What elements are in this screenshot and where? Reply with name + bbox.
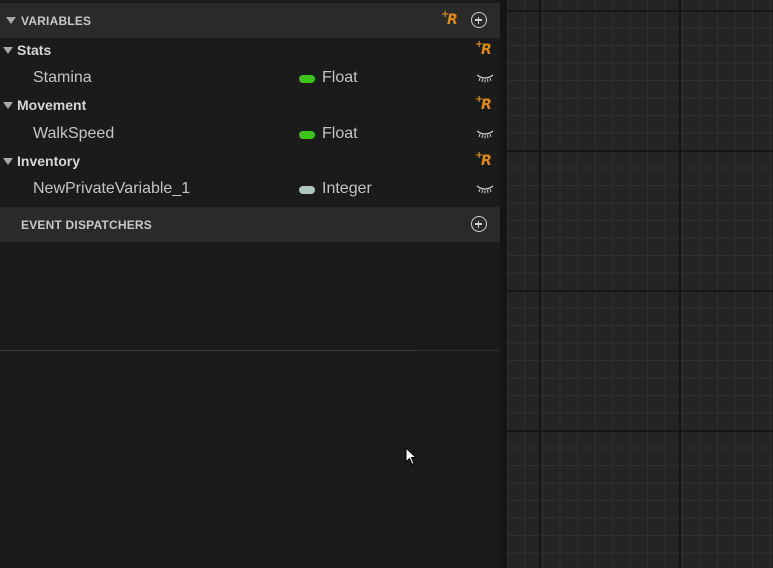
category-row-inventory[interactable]: Inventory + R (0, 150, 500, 171)
variables-section-title: VARIABLES (21, 14, 92, 28)
caret-down-icon[interactable] (3, 158, 13, 165)
variables-section-header[interactable]: VARIABLES + R (0, 3, 500, 38)
grid-major-line (539, 0, 541, 568)
variable-name: WalkSpeed (33, 125, 115, 142)
variable-type-pill-icon[interactable] (299, 131, 315, 139)
category-label: Stats (17, 42, 52, 58)
add-variable-plus-icon[interactable] (471, 12, 487, 28)
add-category-icon[interactable]: + R (475, 94, 493, 113)
caret-down-icon[interactable] (3, 102, 13, 109)
category-row-movement[interactable]: Movement + R (0, 94, 500, 115)
category-label: Movement (17, 97, 87, 113)
add-event-dispatcher-plus-icon[interactable] (471, 216, 487, 232)
variable-type-pill-icon[interactable] (299, 186, 315, 194)
grid-major-line (507, 430, 773, 432)
eye-closed-icon[interactable] (476, 129, 494, 139)
variable-type-pill-icon[interactable] (299, 75, 315, 83)
variable-type-label[interactable]: Float (322, 69, 358, 87)
variable-type-label[interactable]: Integer (322, 180, 372, 198)
event-dispatchers-section-title: EVENT DISPATCHERS (21, 218, 152, 232)
caret-down-icon[interactable] (3, 47, 13, 54)
event-dispatchers-section-header[interactable]: EVENT DISPATCHERS (0, 207, 500, 242)
add-category-icon[interactable]: + R (441, 9, 459, 28)
variable-name: Stamina (33, 69, 92, 86)
panel-splitter[interactable] (500, 0, 507, 568)
add-category-icon[interactable]: + R (475, 39, 493, 58)
variable-row-walkspeed[interactable]: WalkSpeed Float (0, 121, 500, 145)
grid-major-line (507, 150, 773, 152)
grid-major-line (507, 290, 773, 292)
my-blueprint-panel: VARIABLES + R Stats + R Stamina Float Move… (0, 0, 500, 568)
variable-row-stamina[interactable]: Stamina Float (0, 65, 500, 89)
category-row-stats[interactable]: Stats + R (0, 39, 500, 60)
eye-closed-icon[interactable] (476, 184, 494, 194)
variable-name: NewPrivateVariable_1 (33, 180, 191, 197)
grid-major-line (679, 0, 681, 568)
variable-row-newprivatevariable[interactable]: NewPrivateVariable_1 Integer (0, 176, 500, 200)
category-label: Inventory (17, 153, 81, 169)
grid-major-line (507, 10, 773, 12)
variable-type-label[interactable]: Float (322, 125, 358, 143)
collapse-caret-icon[interactable] (6, 17, 16, 24)
eye-closed-icon[interactable] (476, 73, 494, 83)
mouse-cursor-icon (405, 447, 417, 466)
add-category-icon[interactable]: + R (475, 150, 493, 169)
